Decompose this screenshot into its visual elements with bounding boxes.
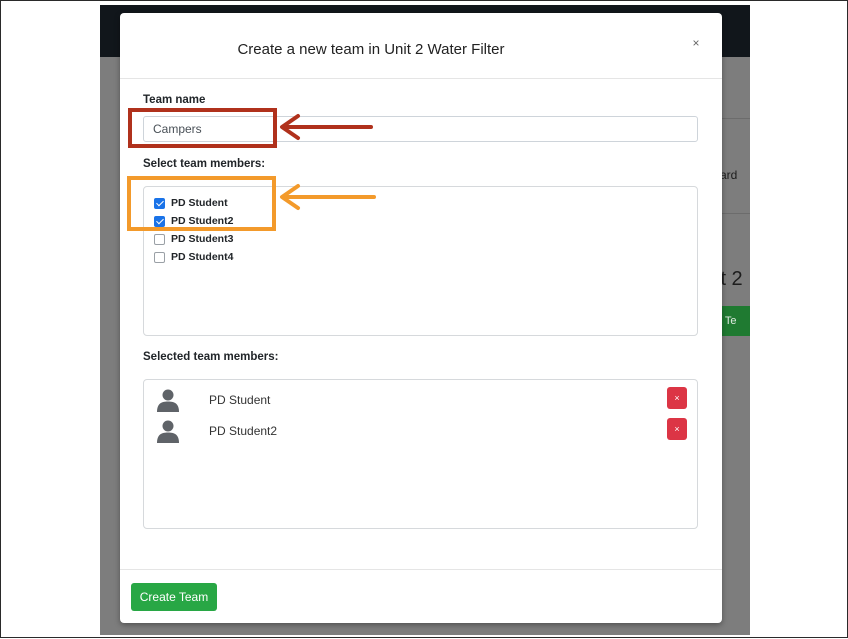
checkbox-unchecked[interactable] [154,251,165,263]
person-icon [157,389,179,412]
modal-title: Create a new team in Unit 2 Water Filter [237,41,505,58]
team-name-label: Team name [143,94,206,106]
selected-members-list: PD Student × PD Student2 × [143,379,698,529]
team-name-input[interactable] [143,116,698,142]
person-icon [157,420,179,443]
modal-header: Create a new team in Unit 2 Water Filter… [120,13,722,79]
background-divider [720,118,750,119]
member-option-pd-student[interactable]: PD Student [154,195,228,211]
select-members-label: Select team members: [143,158,266,170]
selected-member-row: PD Student2 × [144,418,699,444]
member-select-list: PD Student PD Student2 PD Student3 PD St… [143,186,698,336]
selected-member-name: PD Student2 [209,424,278,438]
checkbox-checked[interactable] [154,197,165,209]
create-team-modal: Create a new team in Unit 2 Water Filter… [120,13,722,623]
selected-member-name: PD Student [209,393,271,407]
member-option-label: PD Student4 [171,251,234,263]
remove-member-button[interactable]: × [667,418,687,440]
create-team-button[interactable]: Create Team [131,583,217,611]
member-option-pd-student3[interactable]: PD Student3 [154,231,233,247]
member-option-pd-student4[interactable]: PD Student4 [154,249,233,265]
remove-member-button[interactable]: × [667,387,687,409]
selected-members-label: Selected team members: [143,351,279,363]
modal-footer: Create Team [120,569,722,624]
background-new-team-button: ew Te [720,306,750,336]
background-divider [720,213,750,214]
member-option-pd-student2[interactable]: PD Student2 [154,213,233,229]
member-option-label: PD Student3 [171,233,234,245]
selected-member-row: PD Student × [144,387,699,413]
background-button-label: ew Te [720,315,737,327]
member-option-label: PD Student2 [171,215,234,227]
close-icon[interactable]: × [686,33,706,53]
checkbox-unchecked[interactable] [154,233,165,245]
checkbox-checked[interactable] [154,215,165,227]
member-option-label: PD Student [171,197,228,209]
